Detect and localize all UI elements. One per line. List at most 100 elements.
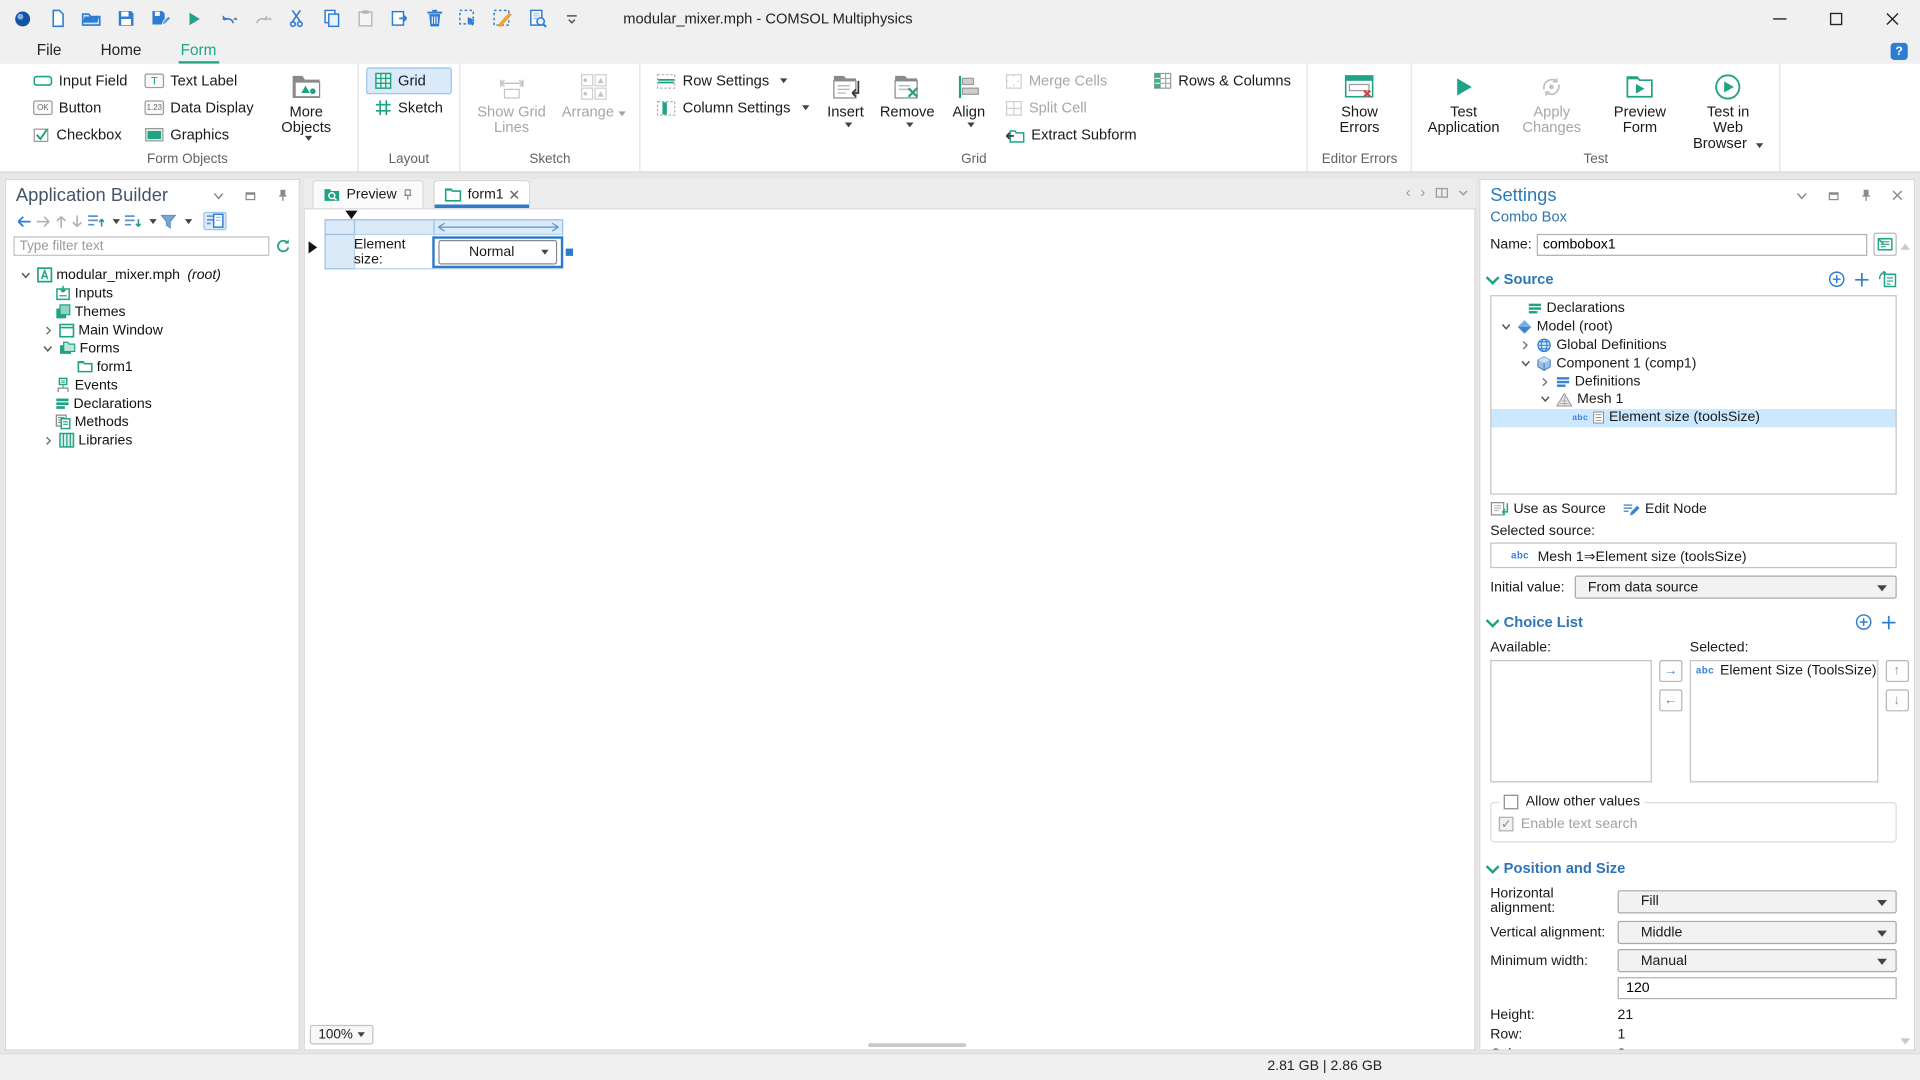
chevron-collapsed-icon[interactable] [40,325,55,335]
zoom-control[interactable]: 100% [310,1025,374,1045]
source-item-element-size[interactable]: abc Element size (toolsSize) [1491,409,1895,427]
add-plus-icon[interactable] [1854,271,1870,287]
redo-button[interactable] [252,8,273,29]
save-compact-button[interactable] [149,8,170,29]
scrollbar-up-arrow[interactable] [1900,244,1910,250]
selected-list-item[interactable]: abc Element Size (ToolsSize) [1691,661,1877,679]
select-box-button[interactable] [458,8,479,29]
tab-form1[interactable]: form1 [433,180,530,208]
section-position-size[interactable]: Position and Size [1480,855,1913,882]
allow-other-checkbox[interactable] [1504,795,1519,810]
expand-all-caret[interactable] [113,219,120,224]
row-settings-button[interactable]: Row Settings [648,67,817,94]
panel-pin-icon[interactable] [273,187,291,204]
customize-toolbar-button[interactable] [561,8,582,29]
show-errors-button[interactable]: Show Errors [1315,67,1403,136]
button-object-button[interactable]: OKButton [24,94,135,121]
run-button[interactable] [184,8,205,29]
tab-preview[interactable]: Preview [312,180,423,208]
initial-value-dropdown[interactable]: From data source [1574,576,1896,599]
horizontal-scrollbar[interactable] [868,1043,966,1047]
move-up-icon[interactable] [55,212,67,230]
allow-other-values-row[interactable]: Allow other values [1504,792,1640,812]
section-choice-list[interactable]: Choice List [1480,609,1913,636]
settings-collapse-icon[interactable] [1793,187,1811,204]
back-icon[interactable] [16,212,32,230]
tree-item-events[interactable]: Events [6,376,299,394]
column-settings-button[interactable]: Column Settings [648,94,817,121]
apply-changes-button[interactable]: Apply Changes [1508,67,1596,136]
new-file-button[interactable] [47,8,68,29]
filter-icon[interactable] [160,212,176,230]
preview-form-button[interactable]: Preview Form [1596,67,1684,136]
cut-button[interactable] [287,8,308,29]
tree-item-inputs[interactable]: Inputs [6,284,299,302]
grid-mode-button[interactable]: Grid [366,67,451,94]
rename-button[interactable] [1873,233,1896,256]
move-down-icon[interactable] [71,212,83,230]
tab-close-icon[interactable] [510,190,520,200]
panel-collapse-icon[interactable] [209,187,227,204]
help-button[interactable]: ? [1891,43,1908,60]
move-up-button[interactable]: ↑ [1885,660,1908,682]
selected-listbox[interactable]: abc Element Size (ToolsSize) [1690,660,1878,782]
refresh-icon[interactable] [276,239,292,254]
maximize-button[interactable] [1807,0,1863,37]
test-application-button[interactable]: Test Application [1420,67,1508,136]
section-source[interactable]: Source [1480,266,1913,293]
tree-item-main-window[interactable]: Main Window [6,321,299,339]
forward-icon[interactable] [36,212,52,230]
grid-column-header-1[interactable] [354,219,435,235]
tree-item-form1[interactable]: form1 [6,358,299,376]
minimum-width-dropdown[interactable]: Manual [1618,949,1897,972]
remove-button[interactable]: Remove [874,67,941,127]
tree-item-forms[interactable]: Forms [6,339,299,357]
chevron-expanded-icon[interactable] [1518,360,1531,367]
tree-item-methods[interactable]: Methods [6,413,299,431]
split-view-icon[interactable] [1435,187,1448,198]
switch-source-node-icon[interactable] [1878,271,1896,288]
column-marker[interactable] [345,211,357,220]
paste-button[interactable] [355,8,376,29]
tree-item-libraries[interactable]: Libraries [6,431,299,449]
row-marker[interactable] [309,241,318,253]
chevron-collapsed-icon[interactable] [1518,340,1531,350]
filter-caret[interactable] [185,219,192,224]
collapse-all-icon[interactable] [124,212,141,230]
minimum-width-input[interactable] [1618,977,1897,999]
menu-home[interactable]: Home [98,39,144,63]
source-item-definitions[interactable]: Definitions [1491,372,1895,390]
arrange-button[interactable]: Arrange [556,67,633,120]
settings-close-icon[interactable] [1888,187,1906,204]
horizontal-alignment-dropdown[interactable]: Fill [1618,890,1897,913]
tree-item-root[interactable]: modular_mixer.mph(root) [6,266,299,284]
chevron-collapsed-icon[interactable] [1538,377,1551,387]
chevron-collapsed-icon[interactable] [40,435,55,445]
expand-all-icon[interactable] [87,212,104,230]
source-item-model-root[interactable]: Model (root) [1491,318,1895,336]
merge-cells-button[interactable]: Merge Cells [997,67,1145,94]
chevron-expanded-icon[interactable] [1538,396,1551,403]
element-size-label[interactable]: Element size: [354,234,431,270]
move-down-button[interactable]: ↓ [1885,689,1908,711]
chevron-expanded-icon[interactable] [40,345,55,352]
element-size-combobox[interactable]: Normal [438,240,557,264]
tree-filter-input[interactable] [13,236,269,256]
source-item-component1[interactable]: Component 1 (comp1) [1491,354,1895,372]
grid-column-header-2[interactable] [433,219,563,235]
split-cell-button[interactable]: Split Cell [997,94,1145,121]
checkbox-object-button[interactable]: Checkbox [24,121,135,148]
align-button[interactable]: Align [941,67,997,127]
add-choice-circled-icon[interactable] [1855,613,1872,630]
input-field-button[interactable]: Input Field [24,67,135,94]
text-label-button[interactable]: TText Label [136,67,262,94]
undo-button[interactable] [218,8,239,29]
chevron-expanded-icon[interactable] [18,271,33,278]
move-left-button[interactable]: ← [1659,689,1682,711]
more-objects-button[interactable]: More Objects [262,67,350,140]
rows-columns-button[interactable]: Rows & Columns [1145,67,1299,94]
tab-pin-icon[interactable] [403,189,413,201]
combobox-selection[interactable]: Normal [432,236,563,268]
test-web-browser-button[interactable]: Test in Web Browser [1684,67,1772,151]
chevron-expanded-icon[interactable] [1499,323,1512,330]
